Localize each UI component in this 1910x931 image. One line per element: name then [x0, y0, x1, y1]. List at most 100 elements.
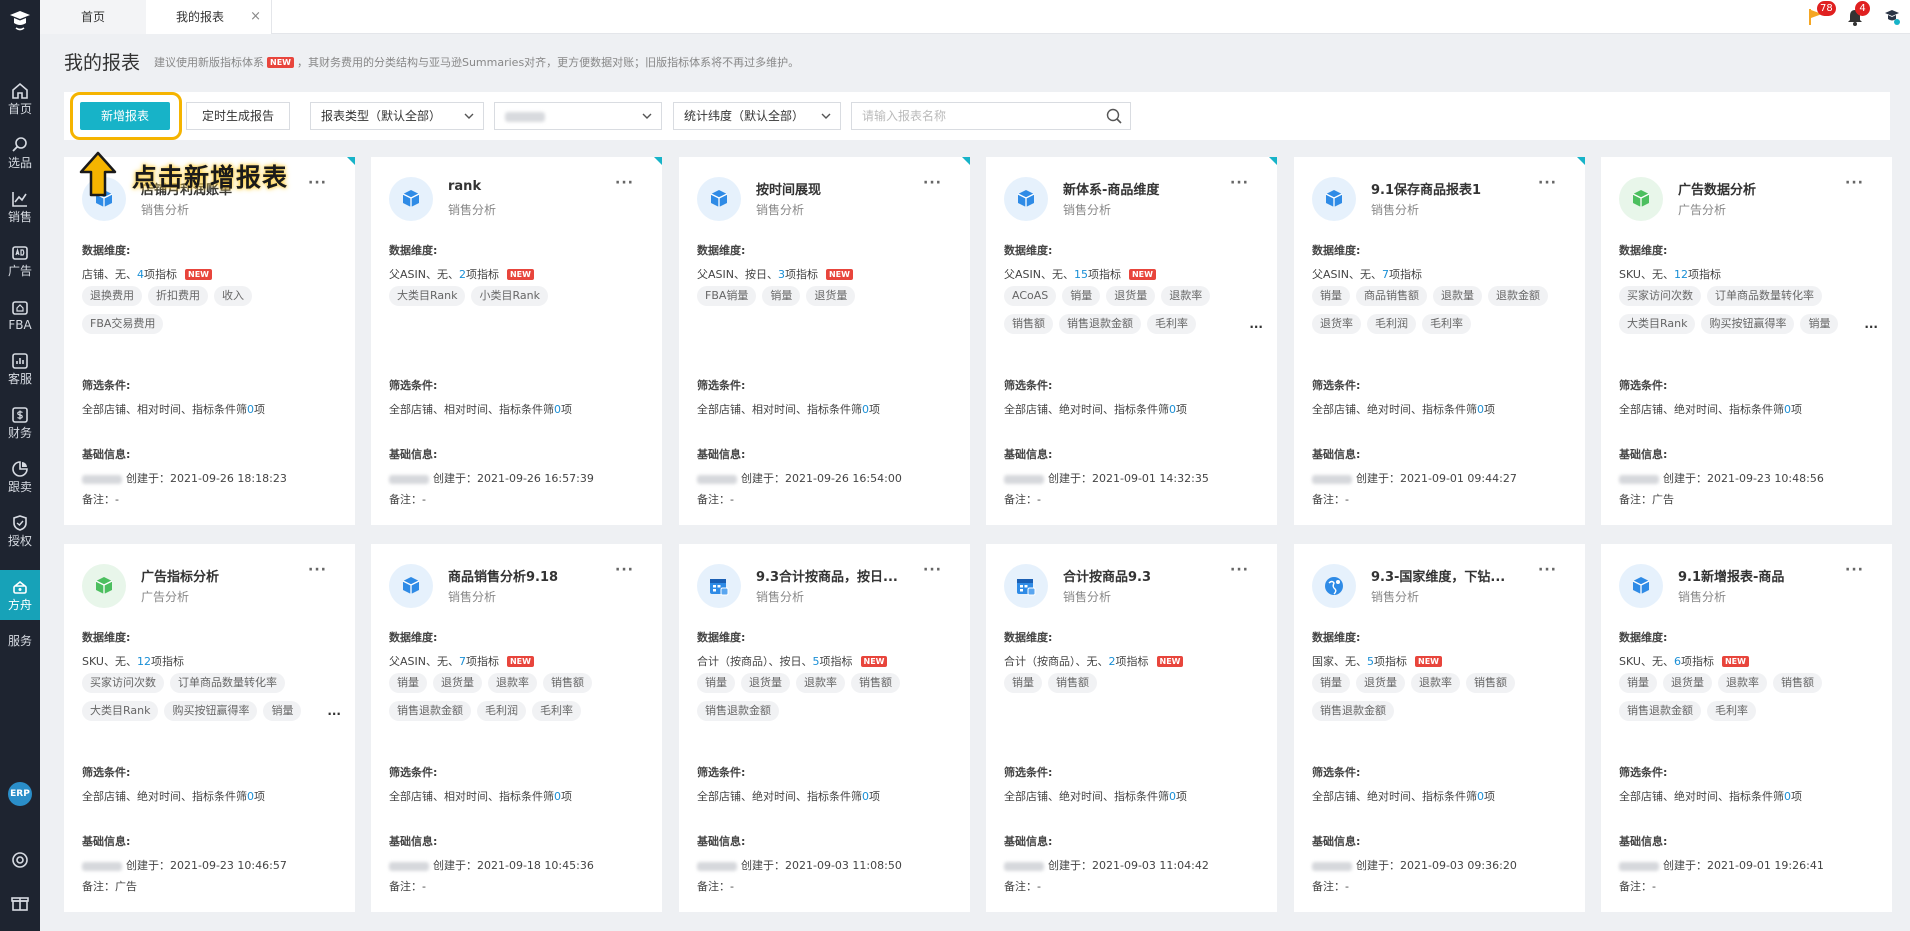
metric-tag: 销售退款金额 [1312, 701, 1394, 721]
dimension-suffix: 项指标 [784, 268, 818, 281]
app-logo-icon[interactable] [7, 8, 33, 34]
more-options-icon[interactable]: ··· [308, 562, 327, 578]
metric-tag-list: 退换费用 折扣费用 收入 FBA交易费用 [82, 286, 344, 338]
erp-badge[interactable]: ERP [8, 782, 32, 806]
more-options-icon[interactable]: ··· [923, 562, 942, 578]
report-card[interactable]: 9.1保存商品报表1 销售分析 ··· 数据维度: 父ASIN、无、7项指标 销量 商品销售… [1294, 157, 1585, 525]
more-options-icon[interactable]: ··· [615, 562, 634, 578]
created-label: 创建于： [1048, 472, 1092, 485]
cube-icon [1632, 577, 1650, 594]
more-options-icon[interactable]: ··· [1538, 175, 1557, 191]
report-title[interactable]: 新体系-商品维度 [1063, 179, 1223, 198]
report-title[interactable]: 广告数据分析 [1678, 179, 1838, 198]
metric-tag: 退款量 [1433, 286, 1482, 306]
report-card[interactable]: rank 销售分析 ··· 数据维度: 父ASIN、无、2项指标 NEW 大类目Rank 小类… [371, 157, 662, 525]
bell-notification[interactable]: 4 [1845, 1, 1870, 27]
filter-suffix: 项 [561, 403, 572, 416]
sidebar-item-service[interactable]: 客服 [0, 344, 40, 394]
new-badge: NEW [1721, 656, 1749, 667]
sidebar-item-services[interactable]: 服务 [0, 616, 40, 666]
dimension-suffix: 项指标 [819, 655, 853, 668]
report-title[interactable]: 合计按商品9.3 [1063, 566, 1223, 585]
report-type-select[interactable]: 报表类型（默认全部） [310, 102, 484, 130]
user-avatar-icon[interactable] [1882, 7, 1902, 27]
metric-tag: ACoAS [1004, 286, 1057, 306]
pie-icon [12, 461, 28, 477]
sidebar-item-label: 选品 [7, 156, 32, 170]
report-card[interactable]: 按时间展现 销售分析 ··· 数据维度: 父ASIN、按日、3项指标 NEW FBA销量 销量… [679, 157, 970, 525]
report-card[interactable]: 新体系-商品维度 销售分析 ··· 数据维度: 父ASIN、无、15项指标 NEW ACoA… [986, 157, 1277, 525]
report-card[interactable]: 店铺月利润账单 销售分析 ··· 数据维度: 店铺、无、4项指标 NEW 退换费用 折扣费用收… [64, 157, 355, 525]
dimension-value: 父ASIN、无、2项指标 NEW [389, 266, 537, 282]
filter-suffix: 项 [1484, 790, 1495, 803]
created-label: 创建于： [1356, 472, 1400, 485]
more-options-icon[interactable]: ··· [615, 175, 634, 191]
sidebar-item-follow[interactable]: 跟卖 [0, 452, 40, 502]
created-info: 创建于：2021-09-01 09:44:27 [1312, 470, 1517, 486]
filter-count: 0 [1169, 790, 1176, 803]
metric-tag: 买家访问次数 [82, 673, 164, 693]
filter-count: 0 [247, 403, 254, 416]
report-title[interactable]: 9.1新增报表-商品 [1678, 566, 1838, 585]
metric-tag: 大类目Rank [389, 286, 466, 306]
report-title[interactable]: 9.1保存商品报表1 [1371, 179, 1531, 198]
remark-info: 备注：- [697, 878, 734, 894]
basic-info-heading: 基础信息: [1312, 448, 1361, 461]
sidebar-item-label: 广告 [7, 264, 32, 278]
report-title[interactable]: 按时间展现 [756, 179, 916, 198]
report-title[interactable]: 商品销售分析9.18 [448, 566, 608, 585]
created-label: 创建于： [126, 472, 170, 485]
report-title[interactable]: 广告指标分析 [141, 566, 301, 585]
metric-tag-list: 销量 退货量 退款率 销售额 销售退款金额 毛利润 毛利率 [389, 673, 651, 725]
gift-icon[interactable] [10, 893, 30, 913]
filter-heading: 筛选条件: [697, 766, 746, 779]
sidebar-item-auth[interactable]: 授权 [0, 506, 40, 556]
sidebar-item-finance[interactable]: 财务 [0, 398, 40, 448]
metric-tag: 销售退款金额 [1059, 314, 1141, 334]
metric-tag: 销量 [1004, 673, 1042, 693]
metric-tag: 退换费用 [82, 286, 142, 306]
more-options-icon[interactable]: ··· [1845, 562, 1864, 578]
sidebar-item-ads[interactable]: 广告 [0, 236, 40, 286]
more-options-icon[interactable]: ··· [923, 175, 942, 191]
report-card[interactable]: 广告数据分析 广告分析 ··· 数据维度: SKU、无、12项指标 买家访问次数 订单商品数… [1601, 157, 1892, 525]
tab-home[interactable]: 首页 [40, 0, 146, 34]
report-card[interactable]: 9.3-国家维度，下钻... 销售分析 ··· 数据维度: 国家、无、5项指标 NEW 销量… [1294, 544, 1585, 912]
more-options-icon[interactable]: ··· [1230, 175, 1249, 191]
metric-tag: 退货量 [1663, 673, 1712, 693]
report-title[interactable]: rank [448, 179, 608, 194]
sidebar-item-sales[interactable]: 销售 [0, 182, 40, 232]
store-select[interactable] [494, 102, 662, 130]
report-title[interactable]: 9.3-国家维度，下钻... [1371, 566, 1531, 585]
timed-report-button[interactable]: 定时生成报告 [186, 102, 290, 130]
report-title[interactable]: 9.3合计按商品，按日... [756, 566, 916, 585]
report-card[interactable]: 9.1新增报表-商品 销售分析 ··· 数据维度: SKU、无、6项指标 NEW 销量 退货量… [1601, 544, 1892, 912]
support-icon[interactable] [10, 850, 30, 870]
chevron-down-icon [642, 113, 652, 119]
more-options-icon[interactable]: ··· [1845, 175, 1864, 191]
add-report-button[interactable]: 新增报表 [80, 102, 170, 130]
metric-tag: 收入 [214, 286, 252, 306]
sidebar-item-selection[interactable]: 选品 [0, 128, 40, 178]
remark-value: - [730, 880, 734, 893]
report-card[interactable]: 商品销售分析9.18 销售分析 ··· 数据维度: 父ASIN、无、7项指标 NEW 销量退… [371, 544, 662, 912]
close-icon[interactable]: × [250, 0, 261, 34]
metric-count: 6 [1673, 655, 1681, 668]
stat-dim-select[interactable]: 统计纬度（默认全部） [673, 102, 841, 130]
sidebar-item-fba[interactable]: FBA [0, 290, 40, 340]
tab-my-reports[interactable]: 我的报表 × [146, 0, 272, 34]
search-icon[interactable] [1106, 108, 1122, 124]
ad-icon [12, 246, 28, 260]
report-card[interactable]: 广告指标分析 广告分析 ··· 数据维度: SKU、无、12项指标 买家访问次数 订单商品数… [64, 544, 355, 912]
report-card[interactable]: 9.3合计按商品，按日... 销售分析 ··· 数据维度: 合计（按商品）、按日、5项指… [679, 544, 970, 912]
more-options-icon[interactable]: ··· [1230, 562, 1249, 578]
dimension-value: 父ASIN、无、7项指标 NEW [389, 653, 537, 669]
flag-notification[interactable]: 78 [1806, 1, 1836, 27]
report-card[interactable]: 合计按商品9.3 销售分析 ··· 数据维度: 合计（按商品）、无、2项指标 NEW 销量销… [986, 544, 1277, 912]
remark-label: 备注： [1312, 493, 1345, 506]
more-options-icon[interactable]: ··· [1538, 562, 1557, 578]
search-input[interactable] [852, 103, 1082, 129]
more-options-icon[interactable]: ··· [308, 175, 327, 191]
sidebar-item-ark[interactable]: 方舟 [0, 570, 40, 620]
sidebar-item-home[interactable]: 首页 [0, 74, 40, 124]
